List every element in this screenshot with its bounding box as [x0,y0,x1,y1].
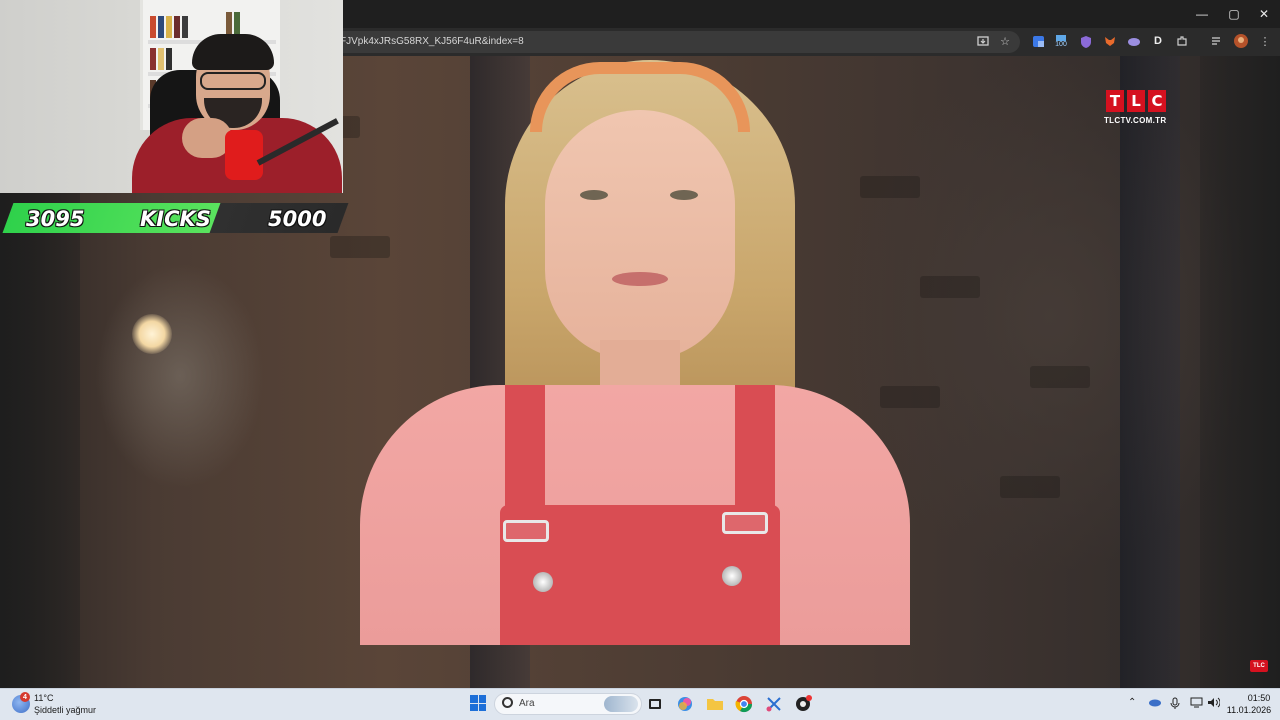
book [150,16,156,38]
book [174,16,180,38]
menu-icon[interactable]: ⋮ [1257,33,1273,49]
kicks-goal-bar: 3095 KICKS 5000 [0,203,349,233]
minimize-button[interactable]: — [1186,0,1218,28]
overall-button-right [722,566,742,586]
windows-logo-tile [478,703,486,711]
close-button[interactable]: ✕ [1248,0,1280,28]
address-bar-url[interactable]: FJVpk4xJRsG58RX_KJ56F4uR&index=8 [340,36,524,47]
buckle-right [722,512,768,534]
book [166,48,172,70]
network-icon[interactable] [1190,697,1203,711]
book [226,12,232,34]
shield-extension-icon[interactable] [1078,33,1094,49]
clock-date[interactable]: 11.01.2026 [1226,705,1272,715]
weather-description[interactable]: Şiddetli yağmur [34,705,96,715]
weather-temperature[interactable]: 11°C [34,693,53,703]
puzzle-extensions-icon[interactable] [1174,33,1190,49]
book [150,48,156,70]
file-explorer-icon[interactable] [706,695,724,713]
install-icon[interactable] [975,33,991,49]
book [166,16,172,38]
show-hidden-icons-chevron-icon[interactable]: ⌃ [1128,697,1136,708]
extension-100-icon[interactable]: 100 [1053,33,1069,49]
bookmark-star-icon[interactable]: ☆ [997,33,1013,49]
presenter-face [545,110,735,360]
screen: T L C TLCTV.COM.TR TLC — ▢ ✕ FJVpk4xJRsG… [0,0,1280,720]
cloud-extension-icon[interactable] [1126,33,1142,49]
streamer-hair [192,34,274,70]
start-button[interactable] [470,695,486,711]
tlc-logo-letter: C [1148,90,1166,112]
microphone [225,130,263,180]
search-highlight-image[interactable] [604,696,638,712]
profile-avatar-icon[interactable] [1233,33,1249,49]
media-controls-icon[interactable] [1209,33,1225,49]
webcam-overlay [0,0,343,193]
tlc-url: TLCTV.COM.TR [1104,116,1167,125]
taskbar-search-placeholder[interactable]: Ara [519,698,535,709]
chrome-icon[interactable] [735,695,753,713]
search-icon [502,697,513,708]
weather-alert-badge: 4 [20,692,30,702]
extension-100-badge: 100 [1055,40,1067,48]
snipping-tool-icon[interactable] [765,695,783,713]
presenter-eye-right [670,190,698,200]
obs-icon[interactable] [794,695,812,713]
presenter-eye-left [580,190,608,200]
maximize-button[interactable]: ▢ [1218,0,1250,28]
buckle-left [503,520,549,542]
translate-icon[interactable] [1030,33,1046,49]
overall-button-left [533,572,553,592]
windows-logo-tile [470,703,478,711]
book [234,12,240,34]
presenter-mouth [612,272,668,286]
kicks-goal-count: 5000 [268,207,327,231]
book [158,16,164,38]
overall-strap-left [505,385,545,525]
windows-logo-tile [470,695,478,703]
kicks-current-count: 3095 [26,207,85,231]
tlc-logo: T L C [1106,90,1166,112]
onedrive-icon[interactable] [1148,697,1162,710]
book [182,16,188,38]
microphone-tray-icon[interactable] [1170,697,1180,712]
copilot-icon[interactable] [676,695,694,713]
tlc-watermark: TLC [1250,660,1268,672]
clock-time[interactable]: 01:50 [1244,693,1274,703]
fox-extension-icon[interactable] [1102,33,1118,49]
streamer-glasses [200,72,266,90]
overall-strap-right [735,385,775,525]
task-view-icon[interactable] [646,695,664,713]
book [158,48,164,70]
d-extension-icon[interactable]: D [1150,33,1166,49]
windows-logo-tile [478,695,486,703]
kicks-label: KICKS [140,207,211,231]
volume-icon[interactable] [1207,697,1221,711]
tlc-logo-letter: L [1127,90,1145,112]
tlc-logo-letter: T [1106,90,1124,112]
